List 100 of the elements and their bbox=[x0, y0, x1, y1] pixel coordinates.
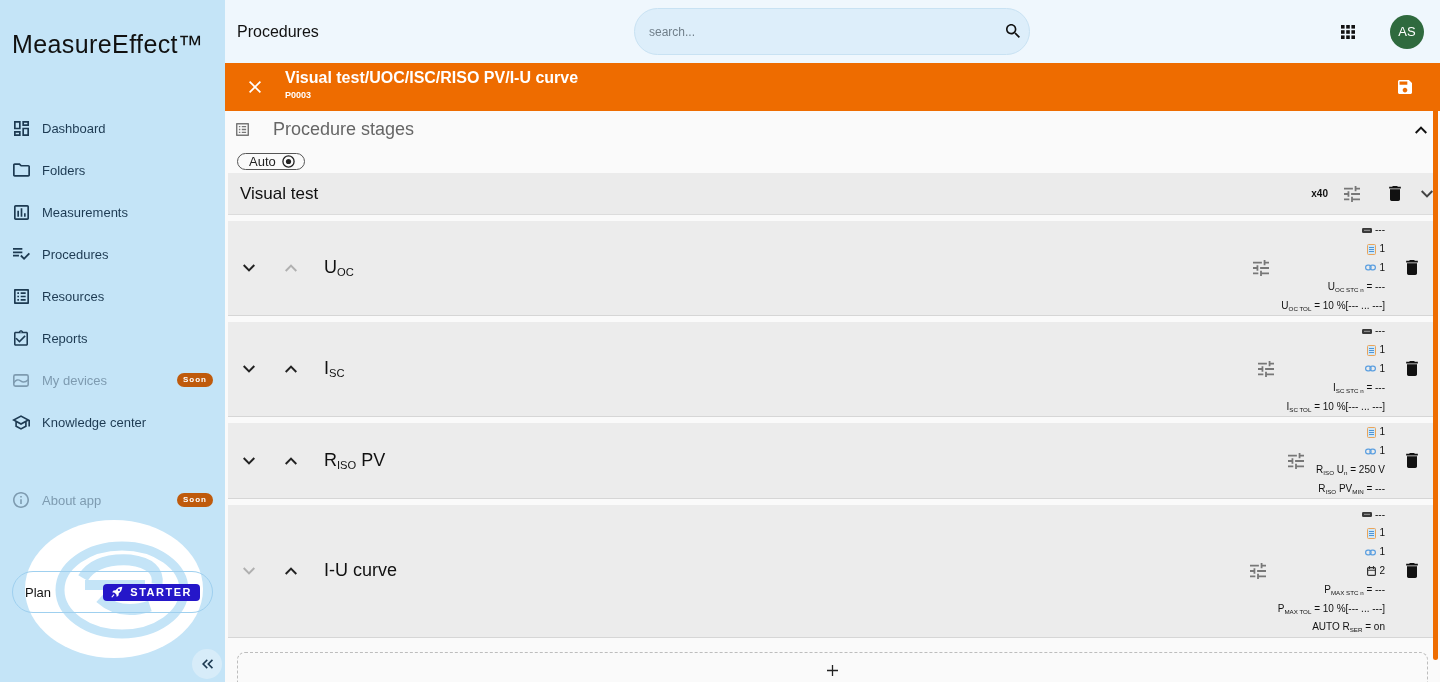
detail-value: --- bbox=[1375, 224, 1385, 237]
stage-title: I$_{SC}$ bbox=[324, 358, 345, 380]
detail-value: --- bbox=[1375, 325, 1385, 338]
detail-value: 1 bbox=[1379, 546, 1385, 559]
section-heading: Procedure stages bbox=[273, 119, 415, 140]
link-icon bbox=[1365, 365, 1377, 373]
chevron-down-icon bbox=[243, 566, 255, 575]
trash-icon bbox=[1406, 260, 1418, 276]
nav-item[interactable]: Procedures bbox=[0, 233, 225, 275]
clipboard-check-icon bbox=[14, 330, 28, 346]
stage-title: I-U curve bbox=[324, 560, 397, 582]
link-icon bbox=[1365, 264, 1377, 272]
list-icon bbox=[13, 288, 29, 304]
device-icon bbox=[1362, 512, 1372, 518]
detail-value: 2 bbox=[1379, 564, 1385, 577]
chevron-down-icon bbox=[243, 456, 255, 465]
soon-badge: Soon bbox=[177, 493, 213, 507]
parameter-text: AUTO R$_{SER}$ = on bbox=[1312, 621, 1385, 634]
parameter-text: U$_{OC STC n}$ = --- bbox=[1327, 280, 1385, 293]
dashboard-icon bbox=[13, 120, 29, 136]
search-icon bbox=[1006, 24, 1020, 38]
plus-icon bbox=[827, 665, 838, 677]
radio-checked-icon bbox=[281, 155, 295, 168]
trash-icon bbox=[1406, 453, 1418, 469]
detail-value: 1 bbox=[1379, 445, 1385, 458]
detail-value: 1 bbox=[1379, 262, 1385, 274]
nav-item[interactable]: Reports bbox=[0, 317, 225, 359]
detail-value: 1 bbox=[1379, 243, 1385, 256]
parameter-text: P$_{MAX TOL}$ = 10 %[--- ... ---] bbox=[1277, 602, 1385, 615]
search-field[interactable]: search... bbox=[634, 8, 1030, 55]
chevron-up-icon bbox=[1415, 125, 1427, 134]
soon-badge: Soon bbox=[177, 373, 213, 387]
nav-item[interactable]: Knowledge center bbox=[0, 401, 225, 443]
stage-title: R$_{ISO}$ PV bbox=[324, 450, 386, 472]
parameter-text: P$_{MAX STC n}$ = --- bbox=[1324, 583, 1385, 596]
device-icon bbox=[1362, 227, 1372, 233]
apps-grid-button[interactable] bbox=[1341, 24, 1355, 39]
close-icon bbox=[249, 81, 261, 93]
parameter-text: I$_{SC STC n}$ = --- bbox=[1332, 381, 1385, 394]
detail-value: 1 bbox=[1379, 362, 1385, 375]
settings-button[interactable] bbox=[1256, 358, 1277, 379]
save-icon bbox=[1398, 80, 1412, 94]
chevron-up-icon bbox=[285, 456, 297, 465]
trash-icon bbox=[1406, 361, 1418, 377]
settings-button[interactable] bbox=[1251, 258, 1272, 278]
detail-value: 1 bbox=[1379, 426, 1385, 439]
graduation-cap-icon bbox=[12, 414, 30, 430]
page-title: Procedures bbox=[237, 22, 319, 41]
settings-button[interactable] bbox=[1247, 560, 1268, 581]
double-chevron-left-icon bbox=[201, 659, 213, 669]
chevron-up-icon bbox=[285, 264, 297, 272]
detail-value: 1 bbox=[1379, 527, 1385, 540]
scrollbar-thumb[interactable] bbox=[1433, 111, 1438, 660]
document-icon bbox=[1367, 426, 1377, 438]
settings-button[interactable] bbox=[1286, 450, 1307, 471]
procedure-title: Visual test/UOC/ISC/RISO PV/I-U curve bbox=[285, 69, 579, 87]
procedure-code: P0003 bbox=[285, 90, 312, 101]
chevron-up-icon bbox=[285, 364, 297, 373]
checklist-icon bbox=[12, 248, 30, 260]
detail-value: 1 bbox=[1379, 344, 1385, 357]
chevron-down-icon bbox=[243, 264, 255, 272]
list-icon bbox=[236, 123, 249, 136]
device-icon bbox=[1362, 328, 1372, 334]
chevron-up-icon bbox=[285, 566, 297, 575]
chevron-down-icon bbox=[1421, 189, 1433, 198]
trash-icon bbox=[1389, 186, 1401, 201]
nav-item[interactable]: Resources bbox=[0, 275, 225, 317]
sliders-icon bbox=[1258, 360, 1275, 377]
bar-chart-icon bbox=[13, 204, 29, 220]
avatar-button[interactable]: AS bbox=[1390, 14, 1424, 49]
collapse-sidebar-button[interactable] bbox=[192, 649, 222, 679]
document-icon bbox=[1367, 527, 1377, 539]
stage-title: U$_{OC}$ bbox=[324, 257, 354, 279]
stage-title: Visual test bbox=[240, 183, 319, 204]
sliders-icon bbox=[1288, 452, 1305, 469]
sliders-icon bbox=[1249, 562, 1266, 579]
detail-value: --- bbox=[1375, 508, 1385, 521]
folder-icon bbox=[12, 163, 30, 177]
link-icon bbox=[1365, 548, 1377, 556]
picture-frame-icon bbox=[13, 373, 29, 387]
nav-item[interactable]: Measurements bbox=[0, 191, 225, 233]
calendar-icon bbox=[1367, 565, 1377, 576]
parameter-text: U$_{OC TOL}$ = 10 %[--- ... ---] bbox=[1281, 299, 1385, 312]
parameter-text: R$_{ISO}$ PV$_{MIN}$ = --- bbox=[1318, 482, 1385, 495]
info-icon bbox=[13, 492, 29, 508]
link-icon bbox=[1365, 447, 1377, 455]
parameter-text: R$_{ISO}$ U$_{n}$ = 250 V bbox=[1316, 463, 1385, 476]
parameter-text: I$_{SC TOL}$ = 10 %[--- ... ---] bbox=[1286, 400, 1385, 413]
nav-item[interactable]: Dashboard bbox=[0, 107, 225, 149]
repeat-count: x40 bbox=[1311, 188, 1328, 199]
sliders-icon bbox=[1344, 185, 1360, 202]
document-icon bbox=[1367, 243, 1377, 255]
brand-logo: MeasureEffect™ bbox=[12, 29, 204, 60]
trash-icon bbox=[1406, 563, 1418, 579]
plan-label: Plan bbox=[25, 584, 52, 600]
sliders-icon bbox=[1253, 260, 1270, 276]
nav-item[interactable]: Folders bbox=[0, 149, 225, 191]
plan-name: STARTER bbox=[130, 584, 192, 600]
document-icon bbox=[1367, 344, 1377, 356]
rocket-icon bbox=[111, 586, 124, 598]
